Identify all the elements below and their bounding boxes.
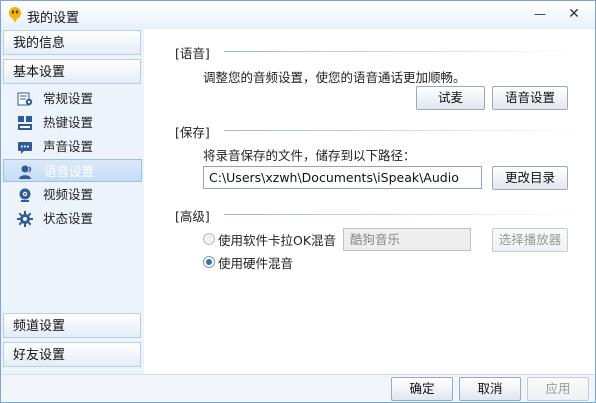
app-logo-icon — [9, 7, 21, 23]
sidebar-header-channel[interactable]: 频道设置 — [3, 313, 141, 338]
sidebar-item-label: 常规设置 — [43, 91, 94, 106]
settings-content: [语音] 调整您的音频设置，使您的语音通话更加顺畅。 试麦 语音设置 [保存] … — [144, 29, 595, 374]
sidebar-item-label: 语音设置 — [44, 164, 95, 179]
general-settings-icon — [17, 92, 33, 106]
save-path-input[interactable]: C:\Users\xzwh\Documents\iSpeak\Audio — [203, 166, 482, 189]
close-button[interactable]: ✕ — [563, 4, 585, 24]
sidebar-item-hotkey[interactable]: 热键设置 — [3, 111, 142, 134]
footer-bar: 确定 取消 应用 — [1, 374, 595, 402]
player-input[interactable]: 酷狗音乐 — [343, 228, 471, 251]
ok-button[interactable]: 确定 — [391, 377, 453, 401]
save-section-title: [保存] — [175, 125, 210, 140]
hardware-mix-radio[interactable] — [203, 256, 215, 268]
hardware-mix-label: 使用硬件混音 — [218, 256, 294, 271]
sidebar-item-label: 热键设置 — [43, 115, 94, 130]
save-description: 将录音保存的文件，储存到以下路径： — [203, 148, 416, 163]
cancel-button[interactable]: 取消 — [459, 377, 521, 401]
test-mic-button[interactable]: 试麦 — [416, 86, 485, 110]
sound-icon — [18, 142, 32, 154]
title-bar: 我的设置 — ✕ — [1, 1, 595, 29]
software-mix-label: 使用软件卡拉OK混音 — [218, 233, 337, 248]
sidebar-header-basic[interactable]: 基本设置 — [3, 59, 141, 84]
apply-button[interactable]: 应用 — [527, 377, 589, 401]
choose-player-button[interactable]: 选择播放器 — [492, 228, 568, 252]
voice-section-divider — [224, 51, 584, 52]
advanced-section-title: [高级] — [175, 209, 210, 224]
sidebar-header-my-info[interactable]: 我的信息 — [3, 30, 141, 55]
voice-section-title: [语音] — [175, 46, 210, 61]
minimize-button[interactable]: — — [529, 4, 551, 24]
sidebar-item-status[interactable]: 状态设置 — [3, 207, 142, 230]
change-directory-button[interactable]: 更改目录 — [492, 166, 568, 190]
window-title: 我的设置 — [27, 11, 80, 26]
sidebar-item-video[interactable]: 视频设置 — [3, 183, 142, 206]
hotkey-icon — [18, 116, 32, 130]
sidebar-item-general[interactable]: 常规设置 — [3, 87, 142, 110]
advanced-section-divider — [224, 214, 584, 215]
voice-settings-button[interactable]: 语音设置 — [492, 86, 568, 110]
sidebar-header-friends[interactable]: 好友设置 — [3, 342, 141, 367]
sidebar-item-sound[interactable]: 声音设置 — [3, 135, 142, 158]
sidebar-item-label: 声音设置 — [43, 139, 94, 154]
sidebar-item-label: 状态设置 — [43, 211, 94, 226]
voice-icon — [19, 165, 32, 179]
gear-icon — [17, 211, 33, 227]
sidebar: 我的信息 基本设置 常规设置 热键设置 声音设置 语音设置 视频设置 状态设置 … — [1, 29, 144, 374]
save-section-divider — [224, 130, 584, 131]
sidebar-item-label: 视频设置 — [43, 187, 94, 202]
video-icon — [19, 188, 31, 202]
sidebar-item-voice[interactable]: 语音设置 — [3, 159, 142, 182]
software-mix-radio[interactable] — [203, 233, 215, 245]
voice-description: 调整您的音频设置，使您的语音通话更加顺畅。 — [203, 70, 466, 85]
settings-window: 我的设置 — ✕ 我的信息 基本设置 常规设置 热键设置 声音设置 语音设置 视… — [0, 0, 596, 403]
